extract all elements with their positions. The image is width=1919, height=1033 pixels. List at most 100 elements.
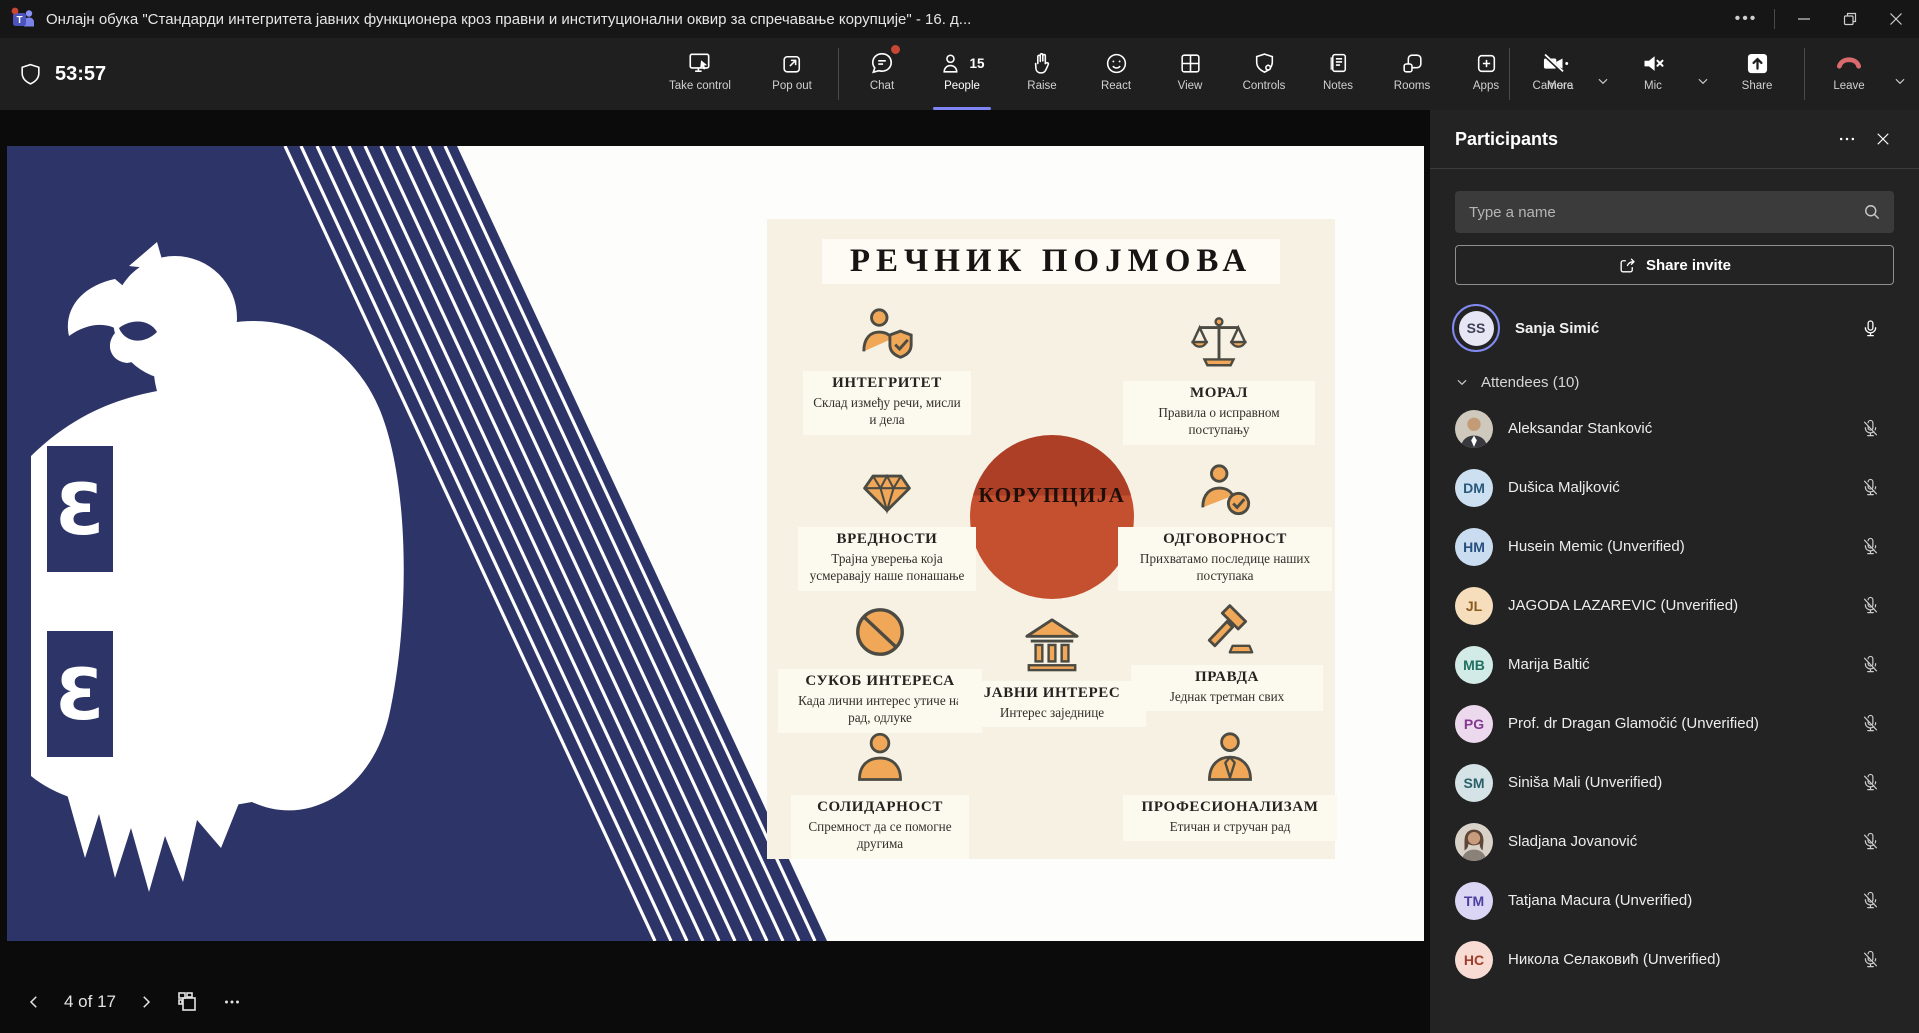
- teams-meeting-window: { "window": { "title": "Онлајн обука \"С…: [0, 0, 1919, 1033]
- presentation-slide[interactable]: Ɛ Ɛ РЕЧНИК ПОЈМОВА КОРУПЦИЈА ИНТЕГРИТЕТС…: [7, 146, 1424, 941]
- svg-text:T: T: [16, 15, 22, 26]
- participants-more-button[interactable]: [1829, 121, 1865, 157]
- term-text: ЈАВНИ ИНТЕРЕСИнтерес заједнице: [958, 681, 1146, 727]
- attendee-row[interactable]: MB Marija Baltić: [1430, 635, 1919, 694]
- share-button[interactable]: Share: [1716, 38, 1798, 110]
- view-button[interactable]: View: [1153, 38, 1227, 110]
- attendee-row[interactable]: DM Dušica Maljković: [1430, 458, 1919, 517]
- window-titlebar: T Онлајн обука "Стандарди интегритета ја…: [0, 0, 1919, 38]
- next-slide-button[interactable]: [126, 982, 166, 1022]
- avatar: НС: [1455, 941, 1493, 979]
- presenter-row[interactable]: SS Sanja Simić: [1430, 299, 1919, 357]
- term-text: МОРАЛПравила о исправном поступању: [1123, 381, 1315, 445]
- term-desc: Спремност да се помогне другима: [799, 818, 961, 853]
- take-control-icon: [687, 48, 713, 78]
- search-icon: [1862, 202, 1882, 222]
- term-title: ПРОФЕСИОНАЛИЗАМ: [1131, 799, 1329, 816]
- attendee-name: Tatjana Macura (Unverified): [1508, 892, 1859, 909]
- raise-hand-icon: [1030, 48, 1055, 78]
- mic-muted-icon[interactable]: [1859, 595, 1881, 617]
- rooms-icon: [1400, 48, 1425, 78]
- term-text: ОДГОВОРНОСТПрихватамо последице наших по…: [1118, 527, 1332, 591]
- term-javni: ЈАВНИ ИНТЕРЕСИнтерес заједнице: [958, 611, 1146, 727]
- mic-on-icon[interactable]: [1859, 317, 1881, 339]
- attendees-section-header[interactable]: Attendees (10): [1430, 365, 1919, 399]
- attendee-row[interactable]: HM Husein Memic (Unverified): [1430, 517, 1919, 576]
- leave-call-icon: [1834, 48, 1864, 78]
- term-title: ВРЕДНОСТИ: [806, 531, 968, 548]
- pop-out-button[interactable]: Pop out: [752, 38, 832, 110]
- controls-button[interactable]: Controls: [1227, 38, 1301, 110]
- leave-options-chevron[interactable]: [1887, 52, 1913, 110]
- toolbar-label: Notes: [1323, 80, 1353, 92]
- gavel-icon: [1196, 595, 1258, 657]
- camera-options-chevron[interactable]: [1590, 52, 1616, 110]
- participants-title: Participants: [1455, 129, 1829, 150]
- attendee-row[interactable]: НС Никола Селаковић (Unverified): [1430, 930, 1919, 989]
- notes-icon: [1326, 48, 1351, 78]
- attendee-row[interactable]: JL JAGODA LAZAREVIC (Unverified): [1430, 576, 1919, 635]
- term-desc: Када лични интерес утиче на рад, одлуке: [786, 692, 974, 727]
- attendee-row[interactable]: PG Prof. dr Dragan Glamočić (Unverified): [1430, 694, 1919, 753]
- pager-more-button[interactable]: [210, 982, 254, 1022]
- chat-button[interactable]: Chat: [845, 38, 919, 110]
- take-control-button[interactable]: Take control: [648, 38, 752, 110]
- window-more-icon[interactable]: •••: [1718, 0, 1774, 38]
- raise-hand-button[interactable]: Raise: [1005, 38, 1079, 110]
- term-title: ЈАВНИ ИНТЕРЕС: [966, 685, 1138, 702]
- mic-muted-icon[interactable]: [1859, 654, 1881, 676]
- previous-slide-button[interactable]: [14, 982, 54, 1022]
- chevron-down-icon: [1455, 375, 1469, 389]
- attendee-row[interactable]: Sladjana Jovanović: [1430, 812, 1919, 871]
- participants-close-button[interactable]: [1865, 121, 1901, 157]
- toolbar-label: React: [1101, 80, 1131, 92]
- notes-button[interactable]: Notes: [1301, 38, 1375, 110]
- mic-muted-icon[interactable]: [1859, 713, 1881, 735]
- term-title: СОЛИДАРНОСТ: [799, 799, 961, 816]
- mic-button[interactable]: Mic: [1616, 38, 1690, 110]
- slide-title: РЕЧНИК ПОЈМОВА: [822, 239, 1280, 284]
- term-text: ПРОФЕСИОНАЛИЗАМ Етичан и стручан рад: [1123, 795, 1337, 841]
- mic-muted-icon[interactable]: [1859, 772, 1881, 794]
- attendee-row[interactable]: TM Tatjana Macura (Unverified): [1430, 871, 1919, 930]
- view-icon: [1178, 48, 1203, 78]
- window-close-button[interactable]: [1873, 0, 1919, 38]
- diamond-icon: [857, 457, 917, 519]
- react-icon: [1104, 48, 1129, 78]
- mic-muted-icon[interactable]: [1859, 477, 1881, 499]
- attendee-name: Sladjana Jovanović: [1508, 833, 1859, 850]
- chat-notification-dot: [891, 45, 900, 54]
- term-text: ПРАВДАЈеднак третман свих: [1131, 665, 1323, 711]
- mic-muted-icon[interactable]: [1859, 949, 1881, 971]
- window-minimize-button[interactable]: [1781, 0, 1827, 38]
- timer-value: 53:57: [55, 63, 106, 86]
- rooms-button[interactable]: Rooms: [1375, 38, 1449, 110]
- term-desc: Етичан и стручан рад: [1131, 818, 1329, 835]
- toolbar-center-group: Take control Pop out Chat: [648, 38, 1597, 110]
- attendee-name: Marija Baltić: [1508, 656, 1859, 673]
- react-button[interactable]: React: [1079, 38, 1153, 110]
- share-invite-label: Share invite: [1646, 257, 1731, 274]
- person-icon: [851, 725, 909, 787]
- mic-muted-icon[interactable]: [1859, 418, 1881, 440]
- mic-options-chevron[interactable]: [1690, 52, 1716, 110]
- participant-search-input[interactable]: [1455, 204, 1894, 221]
- leave-button[interactable]: Leave: [1811, 38, 1887, 110]
- avatar: SM: [1455, 764, 1493, 802]
- term-sukob: СУКОБ ИНТЕРЕСА Када лични интерес утиче н…: [778, 599, 982, 733]
- term-title: СУКОБ ИНТЕРЕСА: [786, 673, 974, 690]
- share-invite-button[interactable]: Share invite: [1455, 245, 1894, 285]
- apps-icon: [1474, 48, 1499, 78]
- attendee-row[interactable]: SM Siniša Mali (Unverified): [1430, 753, 1919, 812]
- mic-muted-icon[interactable]: [1859, 536, 1881, 558]
- mic-muted-icon[interactable]: [1859, 890, 1881, 912]
- participants-panel: Participants Share invite SS Sanj: [1430, 110, 1919, 1033]
- slide-overview-button[interactable]: [166, 982, 210, 1022]
- window-restore-button[interactable]: [1827, 0, 1873, 38]
- camera-button[interactable]: Camera: [1516, 38, 1590, 110]
- attendee-row[interactable]: Aleksandar Stanković: [1430, 399, 1919, 458]
- mic-muted-icon[interactable]: [1859, 831, 1881, 853]
- toolbar-label: Rooms: [1394, 80, 1430, 92]
- corruption-label: КОРУПЦИЈА: [979, 483, 1126, 599]
- people-button[interactable]: 15 People: [919, 38, 1005, 110]
